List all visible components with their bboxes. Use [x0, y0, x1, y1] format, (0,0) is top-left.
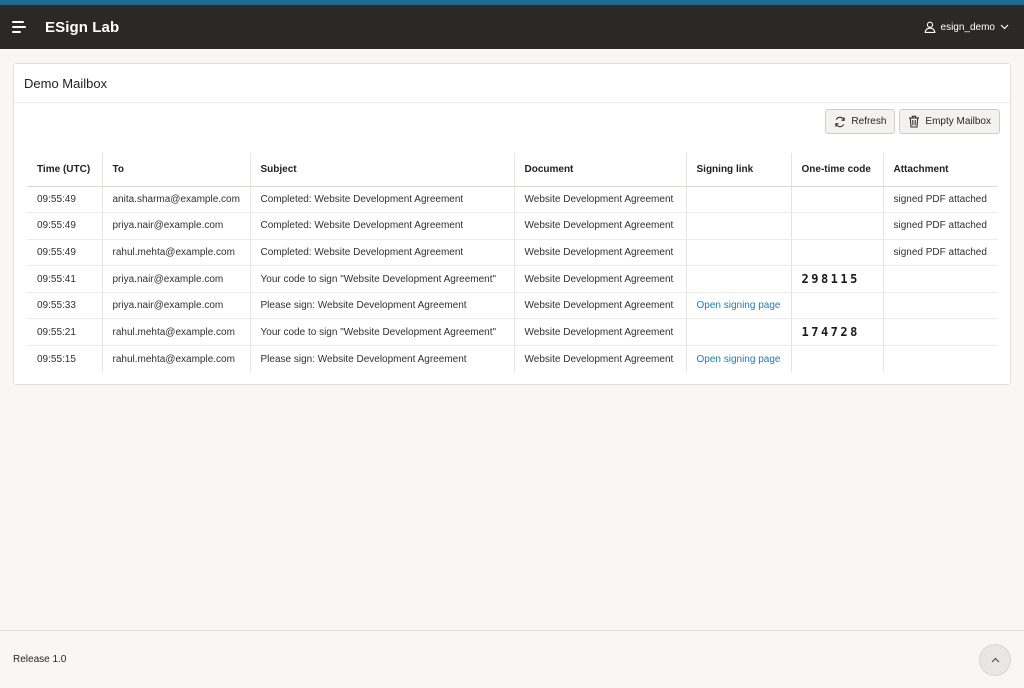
cell-time: 09:55:49	[27, 212, 102, 240]
table-row: 09:55:21 rahul.mehta@example.com Your co…	[27, 318, 998, 347]
cell-one-time-code: 174728	[790, 318, 883, 347]
cell-one-time-code	[790, 212, 883, 240]
cell-document: Website Development Agreement	[513, 318, 686, 347]
cell-attachment	[882, 345, 998, 373]
cell-attachment	[882, 292, 998, 320]
cell-attachment	[882, 318, 998, 347]
table-header-row: Time (UTC) To Subject Document Signing l…	[27, 153, 998, 187]
cell-subject: Your code to sign "Website Development A…	[249, 318, 514, 347]
user-icon	[924, 21, 936, 33]
cell-document: Website Development Agreement	[513, 265, 686, 293]
trash-icon	[908, 115, 920, 128]
open-signing-page-link[interactable]: Open signing page	[697, 300, 781, 311]
table-row: 09:55:49 rahul.mehta@example.com Complet…	[27, 239, 998, 267]
cell-time: 09:55:33	[27, 292, 102, 320]
empty-mailbox-label: Empty Mailbox	[925, 116, 991, 127]
column-header-time[interactable]: Time (UTC)	[27, 153, 102, 187]
refresh-icon	[834, 116, 846, 128]
cell-to: priya.nair@example.com	[101, 292, 250, 320]
cell-one-time-code	[790, 186, 883, 214]
cell-signing-link: Open signing page	[685, 345, 791, 373]
table-row: 09:55:33 priya.nair@example.com Please s…	[27, 292, 998, 320]
one-time-code-value: 174728	[801, 325, 860, 340]
cell-document: Website Development Agreement	[513, 345, 686, 373]
column-header-to[interactable]: To	[101, 153, 250, 187]
column-header-one-time-code[interactable]: One-time code	[790, 153, 883, 187]
cell-signing-link	[685, 186, 791, 214]
cell-subject: Completed: Website Development Agreement	[249, 212, 514, 240]
hamburger-menu-icon[interactable]	[12, 20, 30, 34]
cell-document: Website Development Agreement	[513, 212, 686, 240]
cell-to: rahul.mehta@example.com	[101, 239, 250, 267]
cell-time: 09:55:49	[27, 239, 102, 267]
cell-to: priya.nair@example.com	[101, 212, 250, 240]
column-header-document[interactable]: Document	[513, 153, 686, 187]
mailbox-table: Time (UTC) To Subject Document Signing l…	[27, 153, 998, 373]
cell-time: 09:55:49	[27, 186, 102, 214]
cell-signing-link: Open signing page	[685, 292, 791, 320]
cell-attachment: signed PDF attached	[882, 212, 998, 240]
cell-time: 09:55:41	[27, 265, 102, 293]
open-signing-page-link[interactable]: Open signing page	[697, 354, 781, 365]
cell-subject: Completed: Website Development Agreement	[249, 186, 514, 214]
table-row: 09:55:15 rahul.mehta@example.com Please …	[27, 345, 998, 373]
page-footer: Release 1.0	[0, 630, 1024, 688]
region-header: Demo Mailbox	[14, 64, 1010, 103]
cell-signing-link	[685, 318, 791, 347]
cell-time: 09:55:21	[27, 318, 102, 347]
cell-to: anita.sharma@example.com	[101, 186, 250, 214]
release-label: Release 1.0	[13, 654, 67, 665]
cell-one-time-code	[790, 345, 883, 373]
region-title: Demo Mailbox	[24, 75, 108, 91]
cell-to: priya.nair@example.com	[101, 265, 250, 293]
cell-to: rahul.mehta@example.com	[101, 345, 250, 373]
scroll-to-top-button[interactable]	[979, 644, 1011, 676]
column-header-attachment[interactable]: Attachment	[882, 153, 998, 187]
cell-signing-link	[685, 212, 791, 240]
cell-one-time-code	[790, 292, 883, 320]
chevron-up-icon	[991, 655, 1000, 666]
table-row: 09:55:49 priya.nair@example.com Complete…	[27, 212, 998, 240]
cell-to: rahul.mehta@example.com	[101, 318, 250, 347]
user-menu-button[interactable]: esign_demo	[924, 5, 1009, 49]
cell-document: Website Development Agreement	[513, 186, 686, 214]
column-header-signing-link[interactable]: Signing link	[685, 153, 791, 187]
cell-attachment: signed PDF attached	[882, 239, 998, 267]
one-time-code-value: 298115	[801, 272, 860, 287]
refresh-button[interactable]: Refresh	[825, 109, 896, 134]
app-title[interactable]: ESign Lab	[45, 19, 119, 36]
cell-signing-link	[685, 265, 791, 293]
cell-signing-link	[685, 239, 791, 267]
empty-mailbox-button[interactable]: Empty Mailbox	[899, 109, 1000, 134]
cell-document: Website Development Agreement	[513, 239, 686, 267]
cell-one-time-code	[790, 239, 883, 267]
column-header-subject[interactable]: Subject	[249, 153, 514, 187]
cell-document: Website Development Agreement	[513, 292, 686, 320]
cell-attachment: signed PDF attached	[882, 186, 998, 214]
table-row: 09:55:41 priya.nair@example.com Your cod…	[27, 265, 998, 293]
table-row: 09:55:49 anita.sharma@example.com Comple…	[27, 186, 998, 214]
username-label: esign_demo	[940, 21, 995, 33]
chevron-down-icon	[1000, 24, 1009, 30]
cell-subject: Please sign: Website Development Agreeme…	[249, 345, 514, 373]
demo-mailbox-region: Demo Mailbox Refresh Empty Mailbox Time …	[13, 63, 1011, 385]
refresh-label: Refresh	[851, 116, 887, 127]
cell-subject: Completed: Website Development Agreement	[249, 239, 514, 267]
cell-attachment	[882, 265, 998, 293]
cell-subject: Your code to sign "Website Development A…	[249, 265, 514, 293]
cell-time: 09:55:15	[37, 353, 76, 365]
app-header: ESign Lab esign_demo	[0, 5, 1024, 49]
cell-one-time-code: 298115	[790, 265, 883, 293]
mailbox-toolbar: Refresh Empty Mailbox	[825, 109, 1000, 134]
cell-subject: Please sign: Website Development Agreeme…	[249, 292, 514, 320]
